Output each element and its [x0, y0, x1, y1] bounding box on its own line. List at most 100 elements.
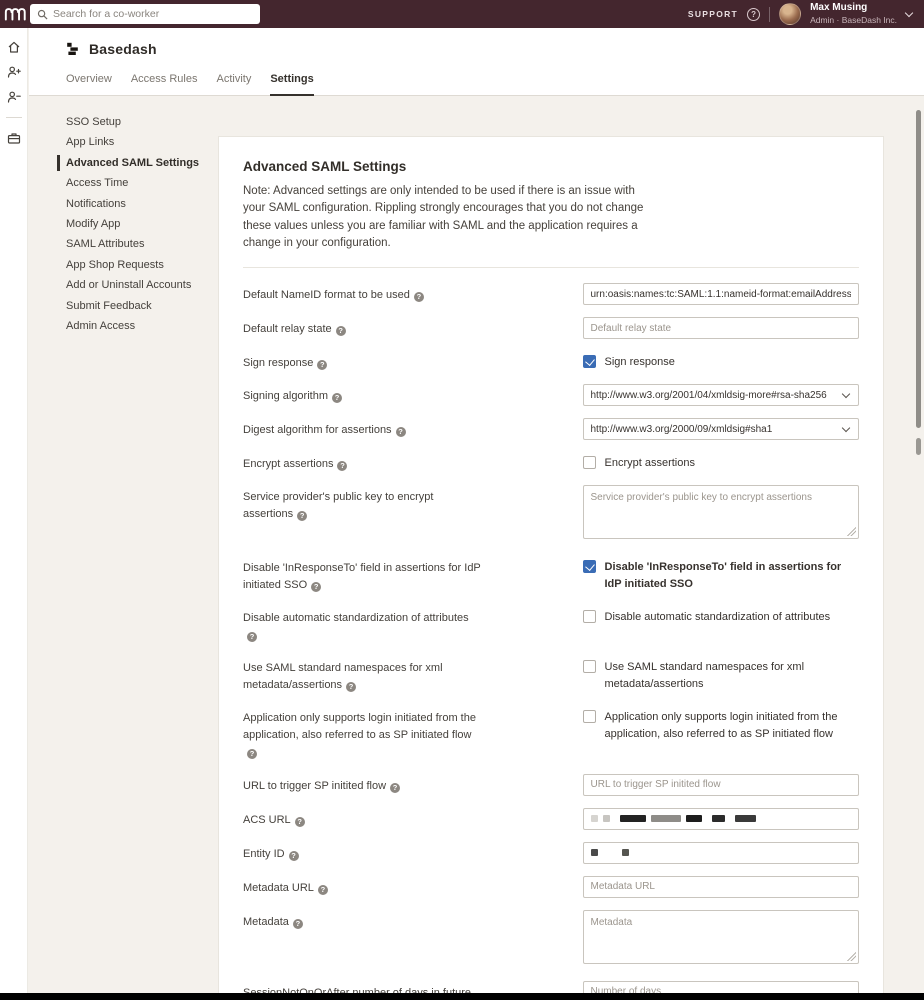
field-label-text: SessionNotOnOrAfter number of days in fu… [243, 987, 471, 993]
field-control [583, 842, 860, 864]
field-label: Disable 'InResponseTo' field in assertio… [243, 556, 583, 594]
sidebar-item-sso-setup[interactable]: SSO Setup [66, 112, 216, 132]
user-menu-chevron-icon[interactable] [905, 8, 913, 16]
help-icon[interactable]: ? [247, 749, 257, 759]
field-label-text: URL to trigger SP initited flow [243, 780, 386, 792]
field-label-text: Default relay state [243, 323, 332, 335]
select-dropdown[interactable]: http://www.w3.org/2000/09/xmldsig#sha1 [583, 418, 860, 440]
search-icon [37, 9, 48, 20]
help-icon[interactable]: ? [337, 461, 347, 471]
form-row: Use SAML standard namespaces for xml met… [243, 656, 859, 694]
search-input[interactable] [53, 8, 253, 20]
textarea-input[interactable] [583, 485, 860, 539]
field-control [583, 981, 860, 993]
checkbox-row[interactable]: Encrypt assertions [583, 452, 860, 472]
tab-access-rules[interactable]: Access Rules [131, 73, 198, 96]
field-label: URL to trigger SP initited flow? [243, 774, 583, 795]
page-scrollbar-segment[interactable] [916, 438, 921, 455]
help-icon[interactable]: ? [311, 582, 321, 592]
form-row: Default NameID format to be used? [243, 283, 859, 305]
help-icon[interactable]: ? [295, 817, 305, 827]
page-scrollbar[interactable] [916, 110, 921, 428]
checkbox[interactable] [583, 660, 596, 673]
form-row: ACS URL? [243, 808, 859, 830]
rippling-logo-icon[interactable] [0, 7, 30, 21]
field-control: http://www.w3.org/2000/09/xmldsig#sha1 [583, 418, 860, 440]
help-icon[interactable]: ? [396, 427, 406, 437]
help-icon[interactable]: ? [336, 326, 346, 336]
field-label-text: Disable 'InResponseTo' field in assertio… [243, 562, 481, 591]
panel-title: Advanced SAML Settings [243, 159, 859, 174]
help-icon[interactable]: ? [318, 885, 328, 895]
checkbox[interactable] [583, 610, 596, 623]
field-control: Sign response [583, 351, 860, 371]
form-row: Metadata? [243, 910, 859, 969]
form-row: Entity ID? [243, 842, 859, 864]
checkbox-checked[interactable] [583, 560, 596, 573]
help-icon[interactable]: ? [414, 292, 424, 302]
checkbox-row[interactable]: Sign response [583, 351, 860, 371]
help-icon[interactable]: ? [346, 682, 356, 692]
sidebar-item-saml-attributes[interactable]: SAML Attributes [66, 234, 216, 254]
sidebar-item-advanced-saml-settings[interactable]: Advanced SAML Settings [66, 153, 216, 173]
global-search[interactable] [30, 4, 260, 24]
help-icon[interactable]: ? [247, 632, 257, 642]
checkbox-row[interactable]: Use SAML standard namespaces for xml met… [583, 656, 860, 692]
form-row: Service provider's public key to encrypt… [243, 485, 859, 544]
help-icon[interactable]: ? [747, 8, 760, 21]
support-link[interactable]: SUPPORT [688, 9, 738, 19]
user-avatar[interactable] [779, 3, 801, 25]
field-control [583, 283, 860, 305]
text-input[interactable] [583, 283, 860, 305]
sidebar-item-app-shop-requests[interactable]: App Shop Requests [66, 255, 216, 275]
help-icon[interactable]: ? [289, 851, 299, 861]
select-dropdown[interactable]: http://www.w3.org/2001/04/xmldsig-more#r… [583, 384, 860, 406]
field-label-text: ACS URL [243, 814, 291, 826]
help-icon[interactable]: ? [332, 393, 342, 403]
checkbox[interactable] [583, 710, 596, 723]
sidebar-item-submit-feedback[interactable]: Submit Feedback [66, 296, 216, 316]
sidebar-item-notifications[interactable]: Notifications [66, 194, 216, 214]
help-icon[interactable]: ? [297, 511, 307, 521]
form-row: Metadata URL? [243, 876, 859, 898]
sidebar-item-modify-app[interactable]: Modify App [66, 214, 216, 234]
remove-user-icon[interactable] [7, 90, 21, 104]
sidebar-item-access-time[interactable]: Access Time [66, 173, 216, 193]
home-icon[interactable] [7, 40, 21, 54]
field-control: Application only supports login initiate… [583, 706, 860, 742]
redacted-value-box[interactable] [583, 808, 860, 830]
checkbox-row[interactable]: Disable automatic standardization of att… [583, 606, 860, 626]
briefcase-icon[interactable] [7, 131, 21, 145]
sidebar-item-admin-access[interactable]: Admin Access [66, 316, 216, 336]
help-icon[interactable]: ? [390, 783, 400, 793]
sidebar-item-app-links[interactable]: App Links [66, 132, 216, 152]
help-icon[interactable]: ? [317, 360, 327, 370]
checkbox-row[interactable]: Application only supports login initiate… [583, 706, 860, 742]
help-icon[interactable]: ? [293, 919, 303, 929]
select-value: http://www.w3.org/2000/09/xmldsig#sha1 [591, 424, 773, 435]
sidebar-item-add-or-uninstall-accounts[interactable]: Add or Uninstall Accounts [66, 275, 216, 295]
textarea-input[interactable] [583, 910, 860, 964]
tab-settings[interactable]: Settings [270, 73, 313, 96]
checkbox-checked[interactable] [583, 355, 596, 368]
tab-activity[interactable]: Activity [216, 73, 251, 96]
text-input[interactable] [583, 774, 860, 796]
add-user-icon[interactable] [7, 65, 21, 79]
topbar-right: SUPPORT ? Max Musing Admin · BaseDash In… [688, 2, 924, 25]
field-label: Digest algorithm for assertions? [243, 418, 583, 439]
redacted-value-box[interactable] [583, 842, 860, 864]
checkbox[interactable] [583, 456, 596, 469]
app-window: SUPPORT ? Max Musing Admin · BaseDash In… [0, 0, 924, 993]
checkbox-row[interactable]: Disable 'InResponseTo' field in assertio… [583, 556, 860, 592]
tab-overview[interactable]: Overview [66, 73, 112, 96]
text-input[interactable] [583, 876, 860, 898]
text-input[interactable] [583, 981, 860, 993]
field-label: Default NameID format to be used? [243, 283, 583, 304]
text-input[interactable] [583, 317, 860, 339]
field-label-text: Metadata [243, 916, 289, 928]
field-control: Disable automatic standardization of att… [583, 606, 860, 626]
user-meta[interactable]: Max Musing Admin · BaseDash Inc. [810, 2, 897, 25]
field-control: Disable 'InResponseTo' field in assertio… [583, 556, 860, 592]
field-label-text: Signing algorithm [243, 390, 328, 402]
chevron-down-icon [842, 423, 850, 431]
